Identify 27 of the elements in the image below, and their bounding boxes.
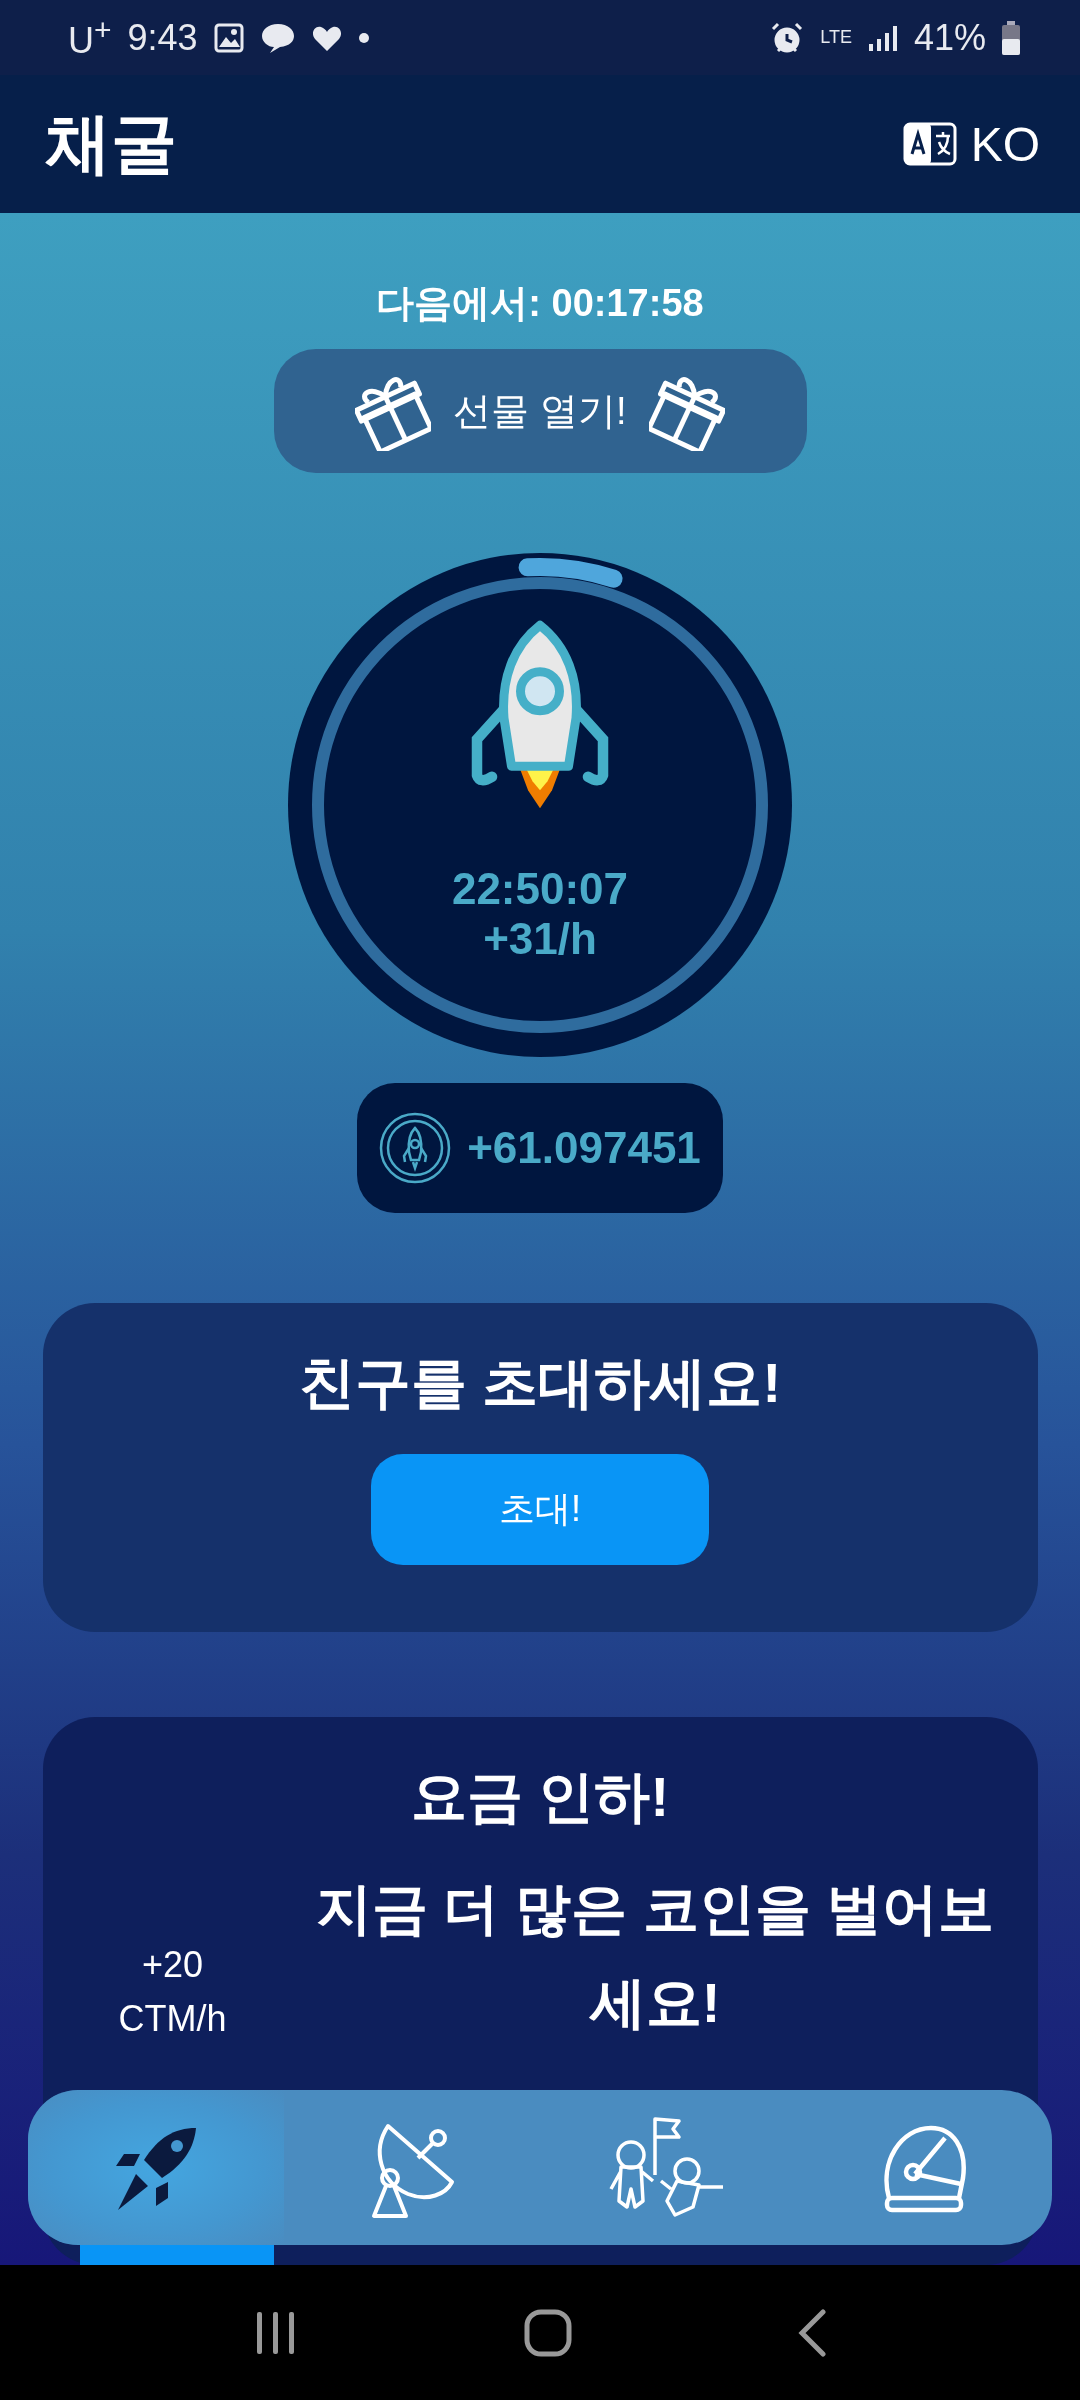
alarm-icon <box>770 20 805 55</box>
signal-icon <box>867 23 898 52</box>
invite-title: 친구를 초대하세요! <box>298 1350 782 1416</box>
mining-timer: 22:50:07 <box>451 864 629 914</box>
translate-icon <box>902 122 957 166</box>
network-label: LTE <box>820 27 852 48</box>
home-icon[interactable] <box>524 2308 572 2357</box>
countdown-text: 다음에서: 00:17:58 <box>376 281 704 325</box>
clock-time: 9:43 <box>127 16 198 59</box>
nav-tab[interactable] <box>28 2090 284 2245</box>
chat-bubble-icon <box>259 21 296 54</box>
back-icon[interactable] <box>797 2308 828 2357</box>
promo-title: 요금 인하! <box>410 1764 670 1830</box>
promo-message: 지금 더 많은 코인을 벌어보세요! <box>314 1876 996 2036</box>
dot-icon <box>357 31 370 44</box>
coin-icon <box>379 1112 452 1184</box>
battery-icon <box>1002 20 1020 55</box>
bonus-text: CTM/h <box>118 1997 227 2041</box>
balance-amount: +61.097451 <box>467 1123 701 1173</box>
gallery-icon <box>213 22 244 53</box>
battery-percent: 41% <box>913 16 986 59</box>
mining-rate: +31/h <box>483 914 597 964</box>
language-button[interactable]: KO <box>902 116 1040 172</box>
bonus-text: +20 <box>141 1943 204 1987</box>
open-gift-button[interactable]: 선물 열기! <box>273 349 807 473</box>
carrier-label: U$^{+}$ <box>68 13 112 62</box>
page-title: 채굴 <box>45 105 177 182</box>
